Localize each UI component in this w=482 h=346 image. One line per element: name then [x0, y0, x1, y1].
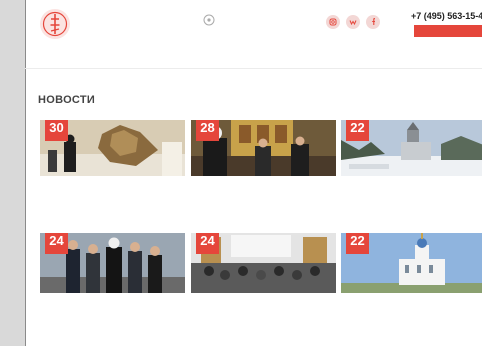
date-badge: 24	[196, 233, 219, 254]
news-card[interactable]: 30	[40, 120, 185, 216]
news-card[interactable]: 28	[191, 120, 336, 216]
vk-icon[interactable]	[346, 15, 360, 29]
date-badge: 30	[45, 120, 68, 141]
date-badge: 22	[346, 120, 369, 141]
facebook-icon[interactable]	[366, 15, 380, 29]
contact-block	[203, 12, 313, 38]
instagram-icon[interactable]	[326, 15, 340, 29]
date-day: 24	[200, 233, 215, 248]
date-badge: 28	[196, 120, 219, 141]
site-header: +7 (495) 563-15-4	[25, 0, 482, 48]
news-card[interactable]: 24	[191, 233, 336, 343]
main-nav	[25, 52, 482, 69]
date-day: 22	[350, 120, 365, 135]
date-day: 30	[49, 120, 64, 135]
news-card[interactable]: 24	[40, 233, 185, 343]
logo[interactable]	[39, 8, 71, 40]
page-title: НОВОСТИ	[38, 94, 96, 106]
map-pin-icon	[203, 14, 215, 28]
help-button[interactable]	[414, 25, 482, 37]
date-day: 22	[350, 233, 365, 248]
date-day: 28	[200, 120, 215, 135]
page: +7 (495) 563-15-4 НОВОСТИ 30 28 22 24 24…	[25, 0, 482, 346]
date-badge: 24	[45, 233, 68, 254]
logo-icon	[40, 9, 70, 39]
phone-number[interactable]: +7 (495) 563-15-4	[411, 11, 482, 21]
date-day: 24	[49, 233, 64, 248]
news-card[interactable]: 22	[341, 233, 482, 343]
date-badge: 22	[346, 233, 369, 254]
news-card[interactable]: 22	[341, 120, 482, 216]
